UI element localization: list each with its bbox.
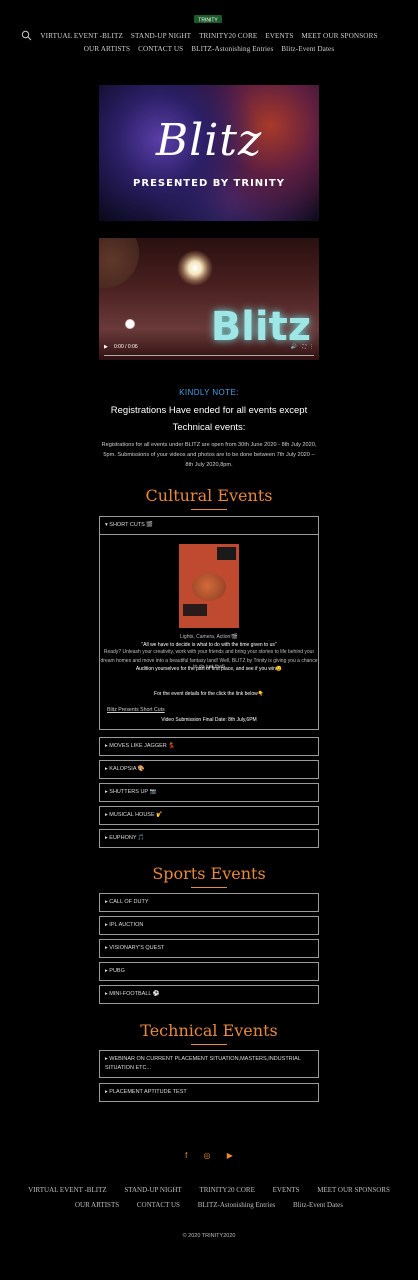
banner-title: Blitz: [155, 115, 263, 166]
video-planet: [99, 238, 139, 288]
promo-video[interactable]: Blitz ▶ 0:00 / 0:06 🔊 ⛶ ⋮: [99, 238, 319, 360]
footer-nav-trinity20-core[interactable]: TRINITY20 CORE: [199, 1186, 254, 1194]
footer-nav-row2: OUR ARTISTS CONTACT US BLITZ-Astonishing…: [0, 1201, 418, 1209]
nav-blitz-event-dates[interactable]: Blitz-Event Dates: [281, 45, 334, 53]
panel-text-1: Lights, Camera, Action!🎬: [180, 634, 238, 640]
video-firework: [177, 250, 213, 286]
clapperboard-icon: [217, 547, 236, 560]
short-cuts-poster: [179, 544, 239, 628]
footer-nav-contact-us[interactable]: CONTACT US: [137, 1201, 180, 1209]
accordion-label: SHORT CUTS 🎬: [109, 522, 154, 528]
blitz-banner-image: Blitz PRESENTED BY TRINITY: [99, 85, 319, 221]
nav-virtual-event-blitz[interactable]: VIRTUAL EVENT -BLITZ: [40, 32, 123, 40]
technical-events-title: Technical Events: [140, 1021, 278, 1040]
nav-meet-our-sponsors[interactable]: MEET OUR SPONSORS: [301, 32, 377, 40]
footer-nav-events[interactable]: EVENTS: [273, 1186, 300, 1194]
accordion-label: WEBINAR ON CURRENT PLACEMENT SITUATION,M…: [105, 1056, 301, 1071]
notice-line2: Technical events:: [172, 422, 246, 433]
banner-subtitle: PRESENTED BY TRINITY: [133, 178, 285, 189]
panel-text-5: Audition yourselves for the part of firs…: [135, 666, 283, 672]
footer-nav-our-artists[interactable]: OUR ARTISTS: [75, 1201, 119, 1209]
poster-graphic: [192, 573, 226, 601]
sports-events-title: Sports Events: [152, 864, 266, 883]
accordion-label: MINI-FOOTBALL ⚽: [109, 991, 160, 997]
accordion-label: IPL AUCTION: [109, 922, 144, 928]
accordion-euphony[interactable]: ▸ EUPHONY 🎵: [99, 829, 319, 848]
accordion-placement-aptitude-test[interactable]: ▸ PLACEMENT APTITUDE TEST: [99, 1083, 319, 1102]
footer-nav-blitz-entries[interactable]: BLITZ-Astonishing Entries: [198, 1201, 276, 1209]
accordion-musical-house[interactable]: ▸ MUSICAL HOUSE 🎷: [99, 806, 319, 825]
play-icon[interactable]: ▶: [104, 344, 108, 350]
youtube-icon[interactable]: ▶: [227, 1151, 233, 1160]
instagram-icon[interactable]: ◎: [204, 1151, 211, 1160]
logo-text: TRINITY: [198, 18, 218, 24]
technical-title-underline: [191, 1044, 227, 1045]
accordion-pubg[interactable]: ▸ PUBG: [99, 962, 319, 981]
more-options-icon[interactable]: ⋮: [309, 344, 314, 350]
accordion-label: SHUTTERS UP 📷: [109, 789, 157, 795]
footer-nav-stand-up-night[interactable]: STAND-UP NIGHT: [124, 1186, 181, 1194]
accordion-shutters-up[interactable]: ▸ SHUTTERS UP 📷: [99, 783, 319, 802]
accordion-moves-like-jagger[interactable]: ▸ MOVES LIKE JAGGER 💃: [99, 737, 319, 756]
cultural-events-title: Cultural Events: [145, 486, 273, 505]
accordion-label: MUSICAL HOUSE 🎷: [109, 812, 164, 818]
notice-heading: KINDLY NOTE:: [179, 388, 239, 397]
nav-blitz-entries[interactable]: BLITZ-Astonishing Entries: [191, 45, 273, 53]
main-nav-row2: OUR ARTISTS CONTACT US BLITZ-Astonishing…: [0, 45, 418, 53]
fullscreen-icon[interactable]: ⛶: [302, 344, 306, 350]
accordion-label: KALOPSIA 🎨: [109, 766, 145, 772]
sports-title-underline: [191, 887, 227, 888]
footer-nav-meet-our-sponsors[interactable]: MEET OUR SPONSORS: [317, 1186, 390, 1194]
accordion-label: MOVES LIKE JAGGER 💃: [109, 743, 176, 749]
nav-trinity20-core[interactable]: TRINITY20 CORE: [199, 32, 257, 40]
accordion-label: EUPHONY 🎵: [109, 835, 145, 841]
facebook-icon[interactable]: f: [185, 1151, 187, 1160]
copyright: © 2020 TRINITY2020: [182, 1233, 236, 1239]
social-links: f ◎ ▶: [0, 1151, 418, 1160]
accordion-label: VISIONARY'S QUEST: [109, 945, 165, 951]
video-progress-bar[interactable]: [104, 355, 314, 356]
submission-deadline: Video Submission Final Date: 8th July,6P…: [161, 717, 257, 723]
footer-nav-blitz-event-dates[interactable]: Blitz-Event Dates: [293, 1201, 343, 1209]
site-logo[interactable]: TRINITY: [194, 12, 222, 26]
video-time: 0:00 / 0:06: [114, 344, 138, 350]
panel-text-2: "All we have to decide is what to do wit…: [141, 642, 277, 648]
nav-contact-us[interactable]: CONTACT US: [138, 45, 183, 53]
notice-body: Registrations for all events under BLITZ…: [101, 442, 317, 468]
nav-our-artists[interactable]: OUR ARTISTS: [84, 45, 130, 53]
main-nav-row1: VIRTUAL EVENT -BLITZ STAND-UP NIGHT TRIN…: [0, 32, 418, 40]
video-light-orb: [125, 319, 135, 329]
footer-nav-virtual-event-blitz[interactable]: VIRTUAL EVENT -BLITZ: [28, 1186, 107, 1194]
panel-text-3: Ready? Unleash your creativity, work wit…: [103, 649, 315, 655]
accordion-ipl-auction[interactable]: ▸ IPL AUCTION: [99, 916, 319, 935]
accordion-call-of-duty[interactable]: ▸ CALL OF DUTY: [99, 893, 319, 912]
accordion-kalopsia[interactable]: ▸ KALOPSIA 🎨: [99, 760, 319, 779]
footer-nav-row1: VIRTUAL EVENT -BLITZ STAND-UP NIGHT TRIN…: [0, 1186, 418, 1194]
notice-line1: Registrations Have ended for all events …: [110, 405, 308, 416]
accordion-label: PUBG: [109, 968, 125, 974]
accordion-visionarys-quest[interactable]: ▸ VISIONARY'S QUEST: [99, 939, 319, 958]
accordion-mini-football[interactable]: ▸ MINI-FOOTBALL ⚽: [99, 985, 319, 1004]
panel-text-6: For the event details for the click the …: [154, 691, 264, 697]
accordion-label: CALL OF DUTY: [109, 899, 149, 905]
nav-stand-up-night[interactable]: STAND-UP NIGHT: [131, 32, 191, 40]
video-controls: ▶ 0:00 / 0:06 🔊 ⛶ ⋮: [99, 344, 319, 360]
short-cuts-link[interactable]: Blitz Presents Short Cuts: [107, 707, 165, 713]
volume-icon[interactable]: 🔊: [291, 344, 297, 350]
cultural-title-underline: [191, 509, 227, 510]
accordion-webinar[interactable]: ▸ WEBINAR ON CURRENT PLACEMENT SITUATION…: [99, 1050, 319, 1078]
film-strip-icon: [183, 604, 207, 616]
nav-events[interactable]: EVENTS: [265, 32, 293, 40]
accordion-label: PLACEMENT APTITUDE TEST: [109, 1089, 187, 1095]
